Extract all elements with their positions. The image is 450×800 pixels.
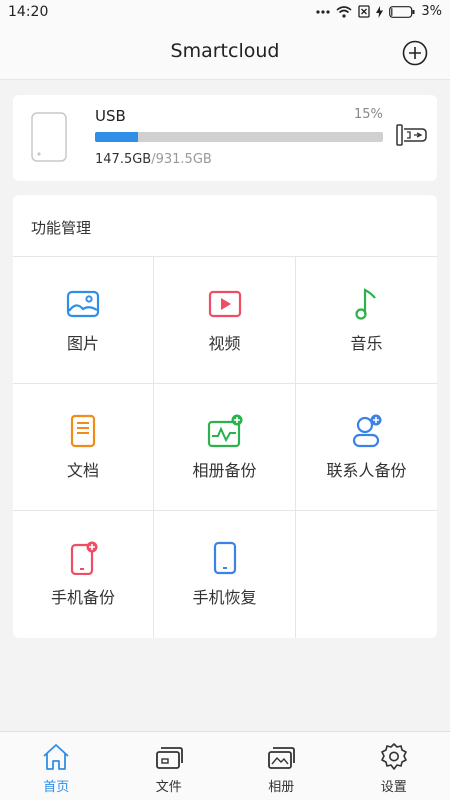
- tab-label: 文件: [155, 780, 182, 795]
- function-contact-backup[interactable]: 联系人备份: [296, 384, 437, 511]
- tab-label: 设置: [380, 780, 407, 795]
- home-icon: [43, 744, 69, 770]
- dots-icon: [316, 9, 330, 14]
- tab-home[interactable]: 首页: [0, 732, 113, 800]
- function-music[interactable]: 音乐: [296, 257, 437, 384]
- music-icon: [354, 288, 376, 320]
- eject-icon[interactable]: [396, 123, 428, 147]
- phone-backup-icon: [70, 541, 98, 575]
- battery-icon: [389, 5, 415, 18]
- usage-bar: [95, 132, 383, 142]
- used-size: 147.5GB: [95, 152, 152, 167]
- function-grid: 图片 视频 音乐 文档 相册备份 联系人备份 手机备份 手机恢复: [13, 256, 437, 638]
- bottom-tab-bar: 首页 文件 相册 设置: [0, 731, 450, 800]
- function-label: 手机备份: [50, 588, 115, 607]
- status-time: 14:20: [8, 4, 49, 20]
- tab-label: 首页: [43, 780, 70, 795]
- usage-bar-fill: [95, 132, 139, 142]
- battery-percent: 3%: [421, 4, 442, 19]
- settings-icon: [380, 743, 407, 770]
- function-empty-cell: [296, 511, 437, 638]
- function-label: 音乐: [350, 334, 383, 353]
- function-documents[interactable]: 文档: [13, 384, 154, 511]
- app-bar: Smartcloud: [0, 26, 450, 80]
- function-label: 相册备份: [192, 461, 257, 480]
- function-phone-backup[interactable]: 手机备份: [13, 511, 154, 638]
- tab-label: 相册: [268, 780, 295, 795]
- album-backup-icon: [207, 414, 242, 448]
- wifi-icon: [336, 5, 352, 18]
- drive-icon: [31, 112, 67, 162]
- function-label: 文档: [66, 461, 99, 480]
- device-name: USB: [95, 107, 126, 125]
- plus-circle-icon[interactable]: [402, 40, 428, 66]
- function-phone-restore[interactable]: 手机恢复: [154, 511, 296, 638]
- usage-percent: 15%: [354, 107, 383, 122]
- contact-backup-icon: [352, 414, 381, 448]
- document-icon: [70, 414, 96, 448]
- function-album-backup[interactable]: 相册备份: [154, 384, 296, 511]
- tab-settings[interactable]: 设置: [338, 732, 450, 800]
- video-icon: [208, 290, 241, 318]
- tab-files[interactable]: 文件: [113, 732, 226, 800]
- status-bar: 14:20 3%: [0, 0, 450, 26]
- image-icon: [66, 290, 100, 318]
- files-icon: [155, 747, 183, 769]
- usage-size: 147.5GB/931.5GB: [95, 152, 212, 167]
- function-management-card: 功能管理 图片 视频 音乐 文档 相册备份 联系人备份 手机备份 手机恢复: [13, 195, 437, 638]
- total-size: /931.5GB: [151, 152, 212, 167]
- album-icon: [268, 747, 296, 769]
- phone-restore-icon: [213, 541, 236, 575]
- section-title: 功能管理: [31, 219, 92, 237]
- charging-icon: [376, 5, 384, 18]
- function-label: 图片: [66, 334, 99, 353]
- tab-album[interactable]: 相册: [225, 732, 338, 800]
- page-title: Smartcloud: [170, 40, 280, 62]
- status-icons: 3%: [316, 4, 442, 19]
- function-images[interactable]: 图片: [13, 257, 154, 384]
- function-label: 联系人备份: [326, 461, 407, 480]
- function-videos[interactable]: 视频: [154, 257, 296, 384]
- usb-device-card[interactable]: USB 15% 147.5GB/931.5GB: [13, 95, 437, 181]
- function-label: 手机恢复: [192, 588, 257, 607]
- function-label: 视频: [208, 334, 241, 353]
- no-sim-icon: [358, 5, 371, 18]
